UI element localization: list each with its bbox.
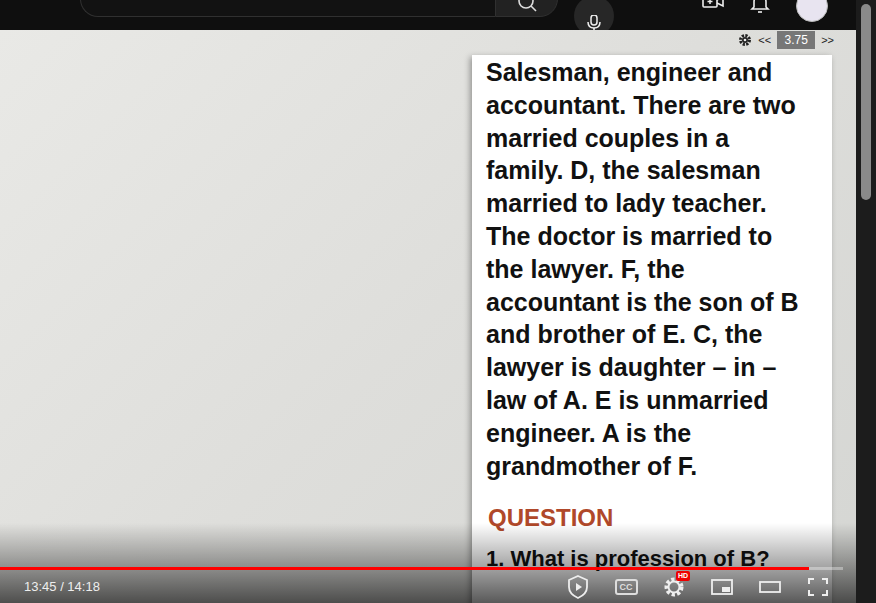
speed-increase-button[interactable]: >> (821, 33, 834, 47)
video-frame[interactable]: Salesman, engineer andaccountant. There … (0, 30, 856, 603)
speed-decrease-button[interactable]: << (758, 33, 771, 47)
notifications-bell-icon[interactable] (750, 0, 770, 14)
scrollbar[interactable] (856, 0, 876, 603)
hd-badge: HD (676, 571, 690, 581)
top-actions (702, 0, 856, 22)
fullscreen-icon (808, 578, 828, 596)
speed-value: 3.75 (777, 31, 815, 49)
slide-panel: Salesman, engineer andaccountant. There … (472, 55, 832, 603)
theater-mode-icon (759, 581, 781, 593)
shield-play-icon (567, 575, 589, 599)
account-avatar[interactable] (796, 0, 828, 22)
controls-row: 13:45 / 14:18 CC HD (0, 570, 856, 603)
search-box[interactable] (80, 0, 495, 17)
player-controls: 13:45 / 14:18 CC HD (0, 567, 856, 603)
time-display: 13:45 / 14:18 (24, 579, 100, 594)
search-icon (517, 0, 537, 12)
miniplayer-button[interactable] (706, 573, 738, 601)
slide-line: lawyer is daughter – in – (486, 351, 832, 384)
slide-line: family. D, the salesman (486, 154, 832, 187)
settings-button[interactable]: HD (658, 573, 690, 601)
theater-mode-button[interactable] (754, 573, 786, 601)
slide-line: grandmother of F. (486, 450, 832, 483)
gear-icon[interactable] (738, 33, 752, 47)
microphone-icon (586, 7, 602, 25)
speed-controller: << 3.75 >> (738, 31, 834, 49)
slide-line: The doctor is married to (486, 220, 832, 253)
search-group (80, 0, 558, 17)
slide-line: the lawyer. F, the (486, 253, 832, 286)
slide-line: married couples in a (486, 122, 832, 155)
create-video-icon[interactable] (702, 0, 724, 14)
fullscreen-button[interactable] (802, 573, 834, 601)
voice-search-button[interactable] (574, 0, 614, 30)
subtitles-label: CC (615, 579, 638, 595)
page: Salesman, engineer andaccountant. There … (0, 0, 856, 603)
search-button[interactable] (495, 0, 558, 17)
miniplayer-icon (711, 579, 733, 595)
slide-line: married to lady teacher. (486, 187, 832, 220)
subtitles-button[interactable]: CC (610, 573, 642, 601)
controls-right: CC HD (562, 573, 848, 601)
scrollbar-thumb[interactable] (861, 4, 871, 200)
progress-bar[interactable] (0, 567, 843, 570)
slide-line: law of A. E is unmarried (486, 384, 832, 417)
autoplay-button[interactable] (562, 573, 594, 601)
top-bar (0, 0, 856, 30)
slide-line: Salesman, engineer and (486, 56, 832, 89)
slide-line: and brother of E. C, the (486, 318, 832, 351)
slide-line: accountant is the son of B (486, 286, 832, 319)
slide-line: accountant. There are two (486, 89, 832, 122)
slide-line: engineer. A is the (486, 417, 832, 450)
slide-text: Salesman, engineer andaccountant. There … (486, 55, 832, 482)
progress-fill (0, 567, 809, 570)
